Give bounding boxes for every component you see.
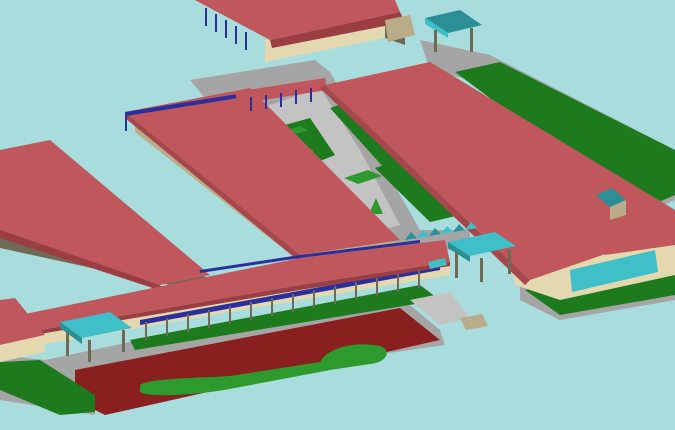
- walkway-column: [355, 282, 357, 300]
- model-viewport: [0, 0, 675, 430]
- walkway-column: [418, 270, 420, 288]
- north-gazebo-post: [434, 30, 437, 52]
- walkway-column: [313, 290, 315, 308]
- isometric-site-model: [0, 0, 675, 430]
- walkway-column: [166, 318, 168, 336]
- walkway-column: [334, 286, 336, 304]
- walkway-column: [292, 294, 294, 312]
- walkway-column: [145, 322, 147, 340]
- north-gazebo-post-2: [470, 28, 473, 52]
- walkway-column: [271, 298, 273, 316]
- walkway-column: [250, 302, 252, 320]
- walkway-column: [229, 306, 231, 324]
- walkway-column: [376, 278, 378, 296]
- walkway-column: [208, 310, 210, 328]
- walkway-column: [187, 314, 189, 332]
- walkway-column: [397, 274, 399, 292]
